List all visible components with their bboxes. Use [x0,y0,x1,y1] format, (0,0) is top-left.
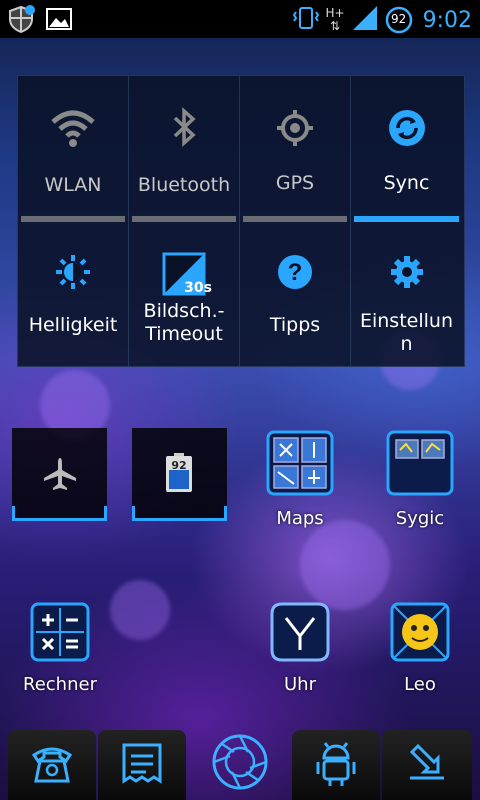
clock-icon [268,600,332,668]
action-label: Tipps [269,314,321,336]
toggle-sync[interactable]: Sync [351,76,462,222]
app-leo[interactable]: Leo [378,600,462,695]
android-icon [312,738,360,792]
network-icon: H+ ⇅ [325,6,345,33]
action-screen-timeout[interactable]: 30s Bildsch.- Timeout [129,222,240,366]
toggle-label: Bluetooth [137,174,231,196]
app-sygic[interactable]: Sygic [378,428,462,529]
phone-icon [28,739,76,791]
settings-icon [387,252,427,296]
action-label: Bildsch.- [143,300,225,322]
sync-icon [387,108,427,152]
app-label: Uhr [284,674,316,695]
app-label: Sygic [395,508,445,529]
gallery-notification-icon [44,4,74,38]
dock-app-drawer-button[interactable] [200,728,280,800]
toggle-gps[interactable]: GPS [240,76,351,222]
leo-icon [388,600,452,668]
action-label: Einstellun [359,310,453,332]
quick-settings-panel: WLAN Bluetooth GPS Sync Helligkeit 30s B… [17,75,465,367]
action-label: Helligkeit [28,314,118,336]
app-label: Rechner [23,674,97,695]
help-icon: ? [277,254,313,294]
dock-download-button[interactable] [382,730,472,800]
toggle-label: WLAN [44,174,102,196]
toggle-wlan[interactable]: WLAN [18,76,129,222]
toggle-label: Sync [383,172,430,194]
wifi-icon [49,108,97,152]
action-label: Timeout [145,323,223,345]
download-icon [404,740,450,790]
airplane-mode-widget[interactable] [12,428,107,521]
gps-icon [273,106,317,154]
app-label: Leo [404,674,436,695]
app-calculator[interactable]: Rechner [10,600,110,695]
airplane-mode-icon [42,456,78,496]
app-label: Maps [276,508,324,529]
app-clock[interactable]: Uhr [258,600,342,695]
screen-timeout-icon: 30s [162,252,212,296]
battery-icon: 92 [385,6,413,34]
maps-icon [264,428,336,502]
signal-icon [351,4,379,36]
dock-android-button[interactable] [292,730,380,800]
dock-messages-button[interactable] [98,730,186,800]
svg-text:?: ? [288,259,303,286]
messages-icon [118,739,166,791]
action-label: n [400,333,413,355]
action-tips[interactable]: ? Tipps [240,222,351,366]
bluetooth-icon [169,106,199,152]
shield-notification-icon [6,4,36,38]
action-settings[interactable]: Einstellun n [351,222,462,366]
vibrate-icon [292,3,320,37]
wallpaper-bokeh [300,520,390,610]
status-bar[interactable]: H+ ⇅ 92 9:02 [0,0,480,38]
toggle-label: GPS [275,172,315,194]
battery-widget[interactable]: 92 [132,428,227,521]
app-maps[interactable]: Maps [258,428,342,529]
dock [0,722,480,800]
wallpaper-bokeh [110,580,170,640]
app-drawer-icon [210,732,270,796]
clock: 9:02 [422,7,472,33]
calculator-icon [28,600,92,668]
sygic-icon [384,428,456,502]
toggle-bluetooth[interactable]: Bluetooth [129,76,240,222]
brightness-icon [53,252,93,296]
battery-widget-icon: 92 [164,452,194,494]
dock-phone-button[interactable] [8,730,96,800]
action-brightness[interactable]: Helligkeit [18,222,129,366]
